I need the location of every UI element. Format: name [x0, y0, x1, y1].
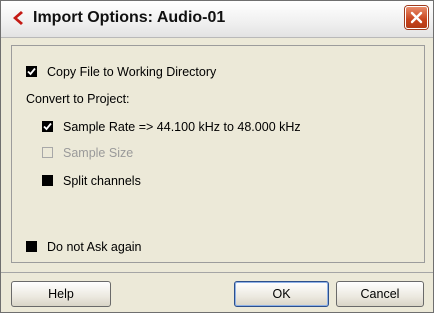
help-button[interactable]: Help — [11, 281, 111, 307]
checkmark-icon — [27, 67, 36, 76]
title-bar[interactable]: Import Options: Audio-01 — [1, 1, 433, 38]
import-options-dialog: Import Options: Audio-01 Copy File to Wo… — [0, 0, 434, 313]
copy-file-option[interactable]: Copy File to Working Directory — [26, 63, 216, 80]
sample-rate-label: Sample Rate => 44.100 kHz to 48.000 kHz — [63, 119, 301, 134]
ok-button[interactable]: OK — [234, 281, 329, 307]
button-separator — [1, 272, 433, 273]
split-channels-option[interactable]: Split channels — [42, 172, 141, 189]
do-not-ask-label: Do not Ask again — [47, 239, 142, 254]
close-button[interactable] — [405, 6, 428, 29]
checkmark-icon — [43, 122, 52, 131]
window-title: Import Options: Audio-01 — [33, 9, 226, 26]
do-not-ask-option[interactable]: Do not Ask again — [26, 238, 142, 255]
cubase-logo-icon — [13, 11, 23, 25]
sample-size-option: Sample Size — [42, 144, 133, 161]
sample-size-checkbox — [42, 147, 53, 158]
copy-file-label: Copy File to Working Directory — [47, 64, 217, 79]
sample-rate-checkbox[interactable] — [42, 121, 53, 132]
do-not-ask-checkbox[interactable] — [26, 241, 37, 252]
cancel-button[interactable]: Cancel — [336, 281, 424, 307]
copy-file-checkbox[interactable] — [26, 66, 37, 77]
split-channels-checkbox[interactable] — [42, 175, 53, 186]
close-icon — [410, 11, 423, 24]
sample-size-label: Sample Size — [63, 145, 134, 160]
split-channels-label: Split channels — [63, 173, 141, 188]
options-panel: Copy File to Working Directory Convert t… — [11, 45, 425, 263]
convert-heading: Convert to Project: — [26, 91, 130, 106]
convert-heading-row: Convert to Project: — [26, 90, 130, 107]
sample-rate-option[interactable]: Sample Rate => 44.100 kHz to 48.000 kHz — [42, 118, 301, 135]
